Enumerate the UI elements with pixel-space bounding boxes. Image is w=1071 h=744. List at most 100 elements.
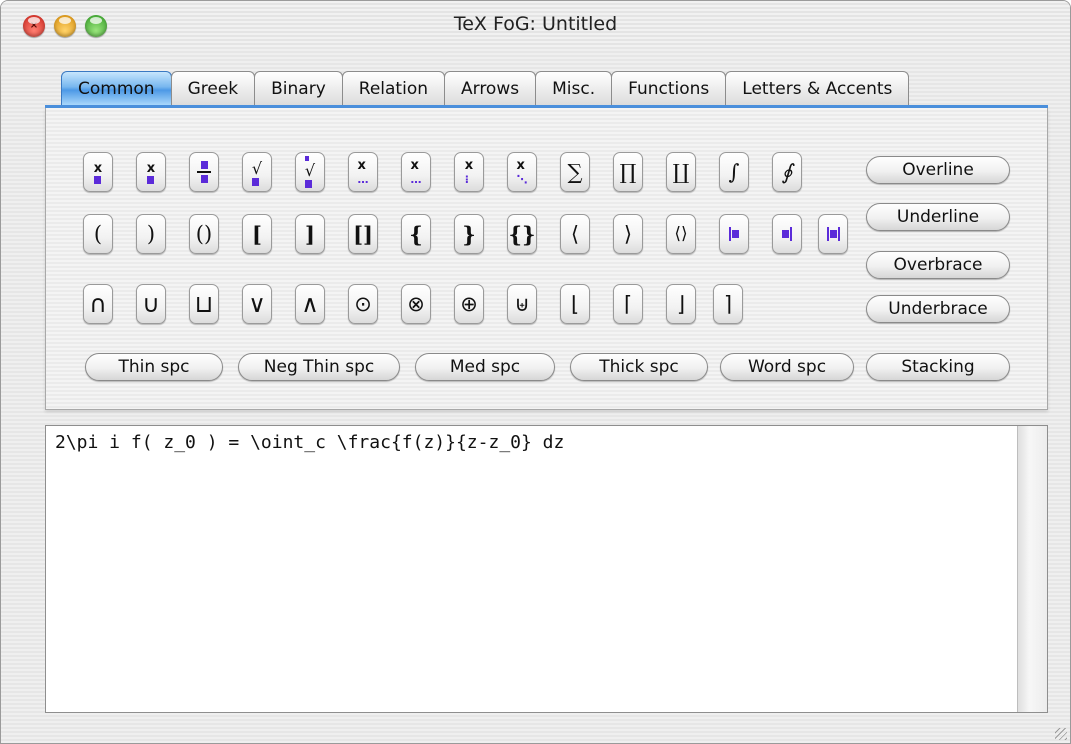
angle-pair-icon: ⟨⟩	[674, 224, 688, 244]
subscript-icon: x	[146, 161, 155, 184]
circled-dot-icon: ⊙	[354, 292, 372, 316]
window-title: TeX FoG: Untitled	[453, 13, 618, 35]
tab-relation[interactable]: Relation	[341, 71, 445, 105]
rfloor-button[interactable]: ⌋	[666, 284, 696, 324]
ddots-icon: x ⋱	[516, 158, 528, 186]
right-ceiling-icon: ⌉	[723, 292, 733, 316]
left-bracket-icon: [	[252, 221, 262, 247]
right-paren-button[interactable]: )	[136, 214, 166, 254]
word-space-button[interactable]: Word spc	[720, 353, 854, 381]
left-ceiling-icon: ⌈	[623, 292, 633, 316]
vertical-sequence-button[interactable]: x ⁝	[454, 152, 484, 192]
logical-or-icon: ∨	[248, 290, 266, 318]
app-window: × TeX FoG: Untitled Common Greek Binary …	[0, 0, 1071, 744]
wedge-button[interactable]: ∧	[295, 284, 325, 324]
circled-plus-icon: ⊕	[460, 292, 478, 316]
thick-space-button[interactable]: Thick spc	[570, 353, 708, 381]
tab-bar: Common Greek Binary Relation Arrows Misc…	[61, 71, 910, 107]
left-bar-icon	[729, 227, 739, 241]
left-brace-button[interactable]: {	[401, 214, 431, 254]
right-floor-icon: ⌋	[676, 292, 686, 316]
underline-button[interactable]: Underline	[866, 203, 1010, 231]
right-bar-icon	[782, 227, 792, 241]
resize-grip-icon[interactable]	[1055, 728, 1067, 740]
left-angle-button[interactable]: ⟨	[560, 214, 590, 254]
coproduct-button[interactable]: ∐	[666, 152, 696, 192]
left-angle-icon: ⟨	[570, 222, 580, 246]
right-angle-button[interactable]: ⟩	[613, 214, 643, 254]
tab-functions[interactable]: Functions	[611, 71, 727, 105]
left-bracket-button[interactable]: [	[242, 214, 272, 254]
vee-button[interactable]: ∨	[242, 284, 272, 324]
tab-letters-accents[interactable]: Letters & Accents	[725, 71, 910, 105]
superscript-icon: x	[93, 161, 102, 184]
subscript-button[interactable]: x	[136, 152, 166, 192]
oplus-button[interactable]: ⊕	[454, 284, 484, 324]
sub-sequence-button[interactable]: x…	[348, 152, 378, 192]
fraction-button[interactable]	[189, 152, 219, 192]
cup-button[interactable]: ∪	[136, 284, 166, 324]
bracket-pair-icon: []	[353, 221, 373, 247]
left-bar-button[interactable]	[719, 214, 749, 254]
uplus-button[interactable]: ⊎	[507, 284, 537, 324]
symbol-panel: x x √ √ x… x… x ⁝ x ⋱ ∑ ∏ ∐ ∫ ∮ () () […	[45, 108, 1048, 410]
integral-button[interactable]: ∫	[719, 152, 749, 192]
contour-integral-icon: ∮	[781, 160, 793, 184]
right-paren-icon: )	[146, 222, 156, 246]
right-brace-button[interactable]: }	[454, 214, 484, 254]
abs-value-button[interactable]	[818, 214, 848, 254]
product-button[interactable]: ∏	[613, 152, 643, 192]
med-space-button[interactable]: Med spc	[415, 353, 555, 381]
superscript-button[interactable]: x	[83, 152, 113, 192]
underbrace-button[interactable]: Underbrace	[866, 295, 1010, 323]
neg-thin-space-button[interactable]: Neg Thin spc	[238, 353, 400, 381]
vertical-scrollbar[interactable]	[1017, 426, 1047, 712]
lceil-button[interactable]: ⌈	[613, 284, 643, 324]
otimes-button[interactable]: ⊗	[401, 284, 431, 324]
tab-binary[interactable]: Binary	[254, 71, 343, 105]
logical-and-icon: ∧	[301, 290, 319, 318]
multiset-union-icon: ⊎	[514, 292, 530, 316]
right-brace-icon: }	[462, 221, 476, 247]
title-bar[interactable]: × TeX FoG: Untitled	[1, 1, 1070, 47]
sub-sequence-icon: x…	[357, 158, 369, 186]
brace-pair-button[interactable]: {}	[507, 214, 537, 254]
overline-button[interactable]: Overline	[866, 156, 1010, 184]
sum-icon: ∑	[567, 160, 583, 184]
tab-common[interactable]: Common	[61, 71, 172, 105]
lfloor-button[interactable]: ⌊	[560, 284, 590, 324]
sqcup-button[interactable]: ⊔	[189, 284, 219, 324]
tab-arrows[interactable]: Arrows	[444, 71, 537, 105]
right-bracket-button[interactable]: ]	[295, 214, 325, 254]
sequence-icon: x…	[410, 158, 422, 186]
union-icon: ∪	[142, 290, 160, 318]
right-bracket-icon: ]	[305, 221, 315, 247]
intersection-icon: ∩	[89, 290, 107, 318]
overbrace-button[interactable]: Overbrace	[866, 251, 1010, 279]
thin-space-button[interactable]: Thin spc	[85, 353, 223, 381]
integral-icon: ∫	[728, 160, 740, 184]
left-brace-icon: {	[409, 221, 423, 247]
sequence-button[interactable]: x…	[401, 152, 431, 192]
circled-times-icon: ⊗	[407, 292, 425, 316]
bracket-pair-button[interactable]: []	[348, 214, 378, 254]
cap-button[interactable]: ∩	[83, 284, 113, 324]
sqrt-button[interactable]: √	[242, 152, 272, 192]
fraction-icon	[197, 161, 211, 183]
left-paren-button[interactable]: (	[83, 214, 113, 254]
coproduct-icon: ∐	[672, 160, 690, 184]
tab-misc[interactable]: Misc.	[535, 71, 613, 105]
sum-button[interactable]: ∑	[560, 152, 590, 192]
angle-pair-button[interactable]: ⟨⟩	[666, 214, 696, 254]
contour-integral-button[interactable]: ∮	[772, 152, 802, 192]
odot-button[interactable]: ⊙	[348, 284, 378, 324]
tex-editor	[45, 425, 1048, 713]
paren-pair-button[interactable]: ()	[189, 214, 219, 254]
nth-root-button[interactable]: √	[295, 152, 325, 192]
right-bar-button[interactable]	[772, 214, 802, 254]
rceil-button[interactable]: ⌉	[713, 284, 743, 324]
tab-greek[interactable]: Greek	[170, 71, 256, 105]
stacking-button[interactable]: Stacking	[866, 353, 1010, 381]
diagonal-sequence-button[interactable]: x ⋱	[507, 152, 537, 192]
tex-source-input[interactable]	[46, 426, 1018, 712]
